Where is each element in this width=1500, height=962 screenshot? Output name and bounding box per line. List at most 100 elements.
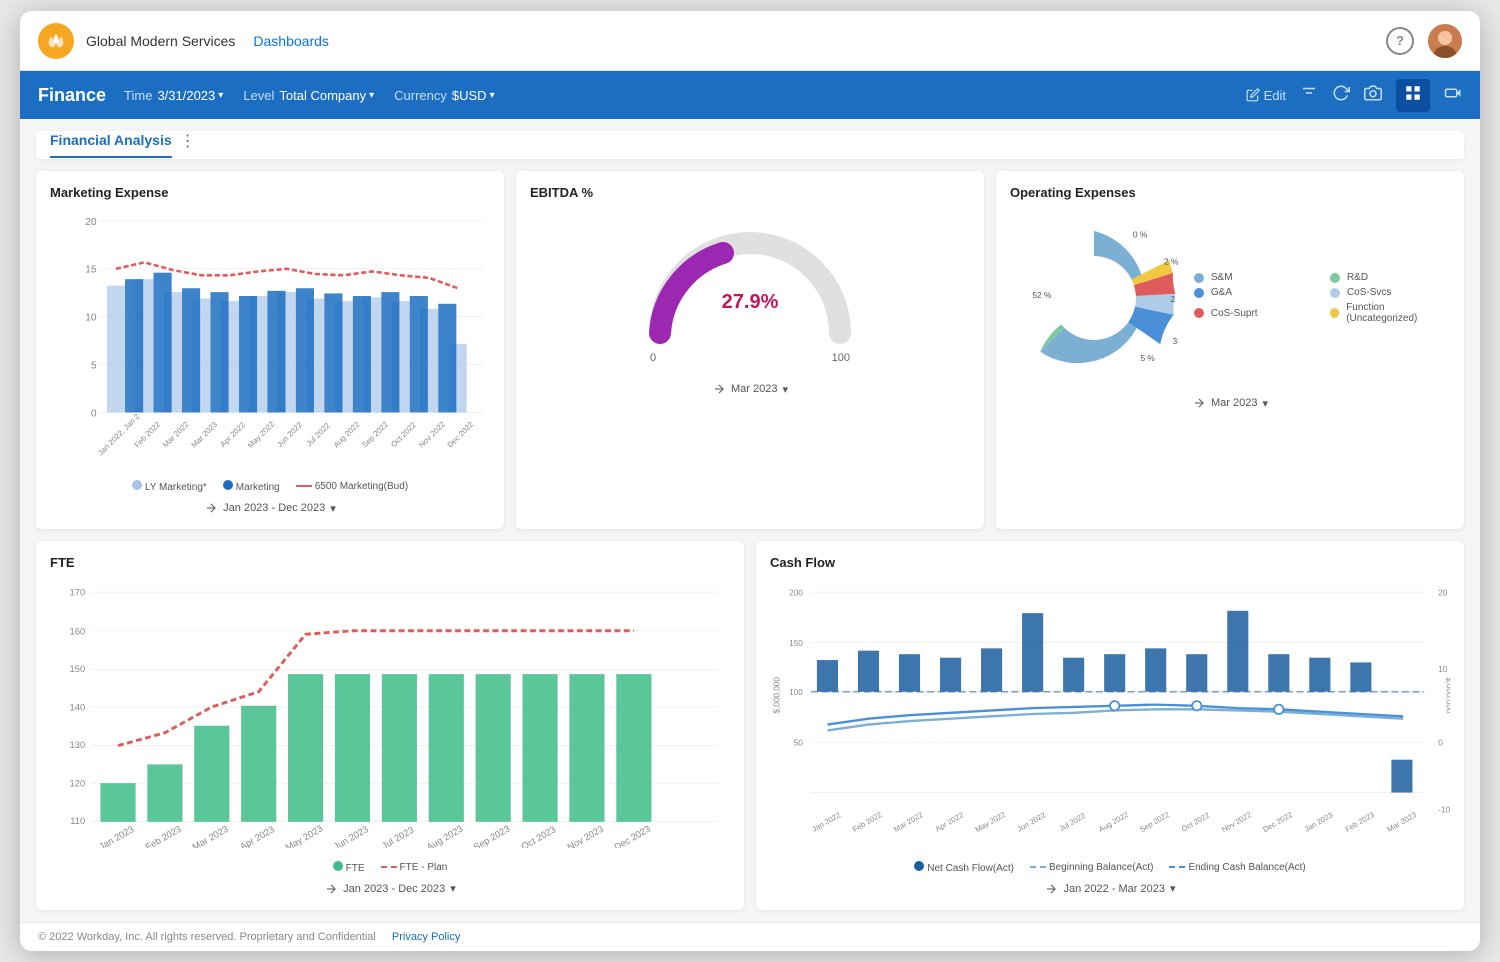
- svg-text:May 2023: May 2023: [284, 823, 325, 847]
- currency-label: Currency: [394, 88, 447, 103]
- user-avatar[interactable]: [1428, 24, 1462, 58]
- operating-expenses-card: Operating Expenses: [996, 171, 1464, 529]
- tab-financial-analysis[interactable]: Financial Analysis: [50, 132, 172, 158]
- page-footer: © 2022 Workday, Inc. All rights reserved…: [20, 922, 1480, 951]
- svg-text:5 %: 5 %: [1140, 353, 1155, 363]
- svg-text:Oct 2023: Oct 2023: [520, 824, 558, 847]
- operating-title: Operating Expenses: [1010, 185, 1450, 200]
- svg-text:150: 150: [70, 664, 86, 674]
- currency-value[interactable]: $USD ▾: [452, 88, 495, 103]
- ebitda-chevron: ▾: [782, 383, 788, 396]
- svg-text:Jan 2022, Jan 2: Jan 2022, Jan 2: [96, 412, 141, 457]
- svg-text:Aug 2022: Aug 2022: [332, 420, 362, 450]
- video-icon[interactable]: [1444, 84, 1462, 107]
- finance-title: Finance: [38, 85, 106, 106]
- svg-text:Apr 2022: Apr 2022: [218, 421, 247, 450]
- svg-text:20: 20: [1438, 589, 1448, 598]
- time-chevron: ▾: [218, 90, 223, 101]
- legend-ly-marketing: LY Marketing*: [132, 480, 207, 493]
- cashflow-title: Cash Flow: [770, 555, 1450, 570]
- fte-chart-svg: 170 160 150 140 130 120 110: [50, 578, 730, 848]
- charts-top-row: Marketing Expense $,000 20 15 10 5 0: [36, 171, 1464, 529]
- svg-text:Feb 2023: Feb 2023: [144, 824, 183, 848]
- workday-logo: [38, 23, 74, 59]
- cashflow-chevron: ▾: [1170, 882, 1176, 895]
- svg-text:Nov 2022: Nov 2022: [1220, 810, 1253, 834]
- nav-right: ?: [1386, 24, 1462, 58]
- svg-text:140: 140: [70, 703, 86, 713]
- operating-date-nav[interactable]: Mar 2023 ▾: [1010, 396, 1450, 410]
- cashflow-date-nav[interactable]: Jan 2022 - Mar 2023 ▾: [770, 882, 1450, 896]
- svg-text:Nov 2022: Nov 2022: [417, 420, 447, 450]
- legend-cos-svcs: CoS-Svcs: [1330, 287, 1450, 298]
- fte-title: FTE: [50, 555, 730, 570]
- svg-text:Feb 2022: Feb 2022: [851, 810, 883, 834]
- svg-text:0: 0: [91, 409, 97, 420]
- svg-text:Dec 2022: Dec 2022: [446, 420, 476, 450]
- time-value[interactable]: 3/31/2023 ▾: [157, 88, 223, 103]
- grid-view-icon[interactable]: [1396, 79, 1430, 112]
- legend-function: Function (Uncategorized): [1330, 302, 1450, 324]
- svg-text:Aug 2023: Aug 2023: [425, 824, 465, 848]
- time-label: Time: [124, 88, 152, 103]
- privacy-policy-link[interactable]: Privacy Policy: [392, 931, 460, 943]
- ebitda-title: EBITDA %: [530, 185, 970, 200]
- svg-text:10: 10: [1438, 665, 1448, 674]
- legend-ga: G&A: [1194, 287, 1314, 298]
- fte-date-nav[interactable]: Jan 2023 - Dec 2023 ▾: [50, 882, 730, 896]
- level-filter: Level Total Company ▾: [243, 88, 374, 103]
- svg-text:Jul 2023: Jul 2023: [380, 825, 416, 848]
- svg-text:Jun 2023: Jun 2023: [332, 824, 370, 848]
- marketing-date-nav[interactable]: Jan 2023 - Dec 2023 ▾: [50, 501, 490, 515]
- donut-legend: S&M R&D G&A CoS-Svcs CoS-Suprt Function …: [1194, 272, 1450, 324]
- ebitda-card: EBITDA % 27.9% 0 100: [516, 171, 984, 529]
- svg-text:Jan 2023: Jan 2023: [97, 824, 135, 848]
- marketing-expense-card: Marketing Expense $,000 20 15 10 5 0: [36, 171, 504, 529]
- svg-text:Dec 2022: Dec 2022: [1261, 810, 1294, 834]
- svg-text:Sep 2022: Sep 2022: [360, 420, 390, 450]
- currency-chevron: ▾: [490, 90, 495, 101]
- fte-card: FTE 170 160 150 140 130 120 110: [36, 541, 744, 910]
- dashboards-link[interactable]: Dashboards: [253, 33, 329, 49]
- filter-icon[interactable]: [1300, 84, 1318, 107]
- donut-chart-wrap: 52 % 5 % 2 % 2 % 0 % 38 % S&M R&D G&A Co…: [1010, 208, 1450, 388]
- svg-text:Oct 2022: Oct 2022: [389, 421, 418, 450]
- svg-text:20: 20: [85, 217, 97, 228]
- date-chevron: ▾: [330, 502, 336, 515]
- cashflow-card: Cash Flow 200 150 100 50 20 10 0 -10 $,0…: [756, 541, 1464, 910]
- top-nav: Global Modern Services Dashboards ?: [20, 11, 1480, 71]
- edit-button[interactable]: Edit: [1246, 88, 1286, 103]
- help-icon[interactable]: ?: [1386, 27, 1414, 55]
- donut-svg: 52 % 5 % 2 % 2 % 0 % 38 %: [1010, 208, 1178, 388]
- ebitda-date-nav[interactable]: Mar 2023 ▾: [530, 382, 970, 396]
- refresh-icon[interactable]: [1332, 84, 1350, 107]
- svg-text:Apr 2022: Apr 2022: [934, 810, 965, 833]
- svg-text:15: 15: [85, 265, 97, 276]
- svg-text:27.9%: 27.9%: [722, 291, 779, 313]
- svg-text:2 %: 2 %: [1171, 294, 1178, 304]
- cashflow-legend: Net Cash Flow(Act) Beginning Balance(Act…: [770, 861, 1450, 874]
- svg-text:Aug 2022: Aug 2022: [1097, 810, 1130, 834]
- level-label: Level: [243, 88, 274, 103]
- svg-text:$,000,000: $,000,000: [772, 677, 781, 714]
- svg-text:160: 160: [70, 626, 86, 636]
- svg-text:50: 50: [794, 739, 804, 748]
- camera-icon[interactable]: [1364, 84, 1382, 107]
- svg-text:100: 100: [789, 688, 803, 697]
- operating-chevron: ▾: [1262, 397, 1268, 410]
- svg-text:170: 170: [70, 588, 86, 598]
- svg-text:0: 0: [1438, 739, 1443, 748]
- tab-options-dots[interactable]: ⋮: [180, 131, 196, 159]
- marketing-chart-svg: $,000 20 15 10 5 0: [50, 208, 490, 467]
- svg-text:0 %: 0 %: [1133, 230, 1148, 240]
- legend-beg-balance: Beginning Balance(Act): [1030, 862, 1154, 873]
- copyright-text: © 2022 Workday, Inc. All rights reserved…: [38, 931, 376, 943]
- svg-text:130: 130: [70, 740, 86, 750]
- fte-legend: FTE FTE - Plan: [50, 861, 730, 874]
- svg-text:Mar 2022: Mar 2022: [892, 810, 924, 834]
- legend-net-cash: Net Cash Flow(Act): [914, 861, 1014, 874]
- legend-marketing: Marketing: [223, 480, 280, 493]
- svg-text:Apr 2023: Apr 2023: [238, 824, 276, 847]
- svg-text:Dec 2023: Dec 2023: [612, 824, 652, 848]
- level-value[interactable]: Total Company ▾: [279, 88, 374, 103]
